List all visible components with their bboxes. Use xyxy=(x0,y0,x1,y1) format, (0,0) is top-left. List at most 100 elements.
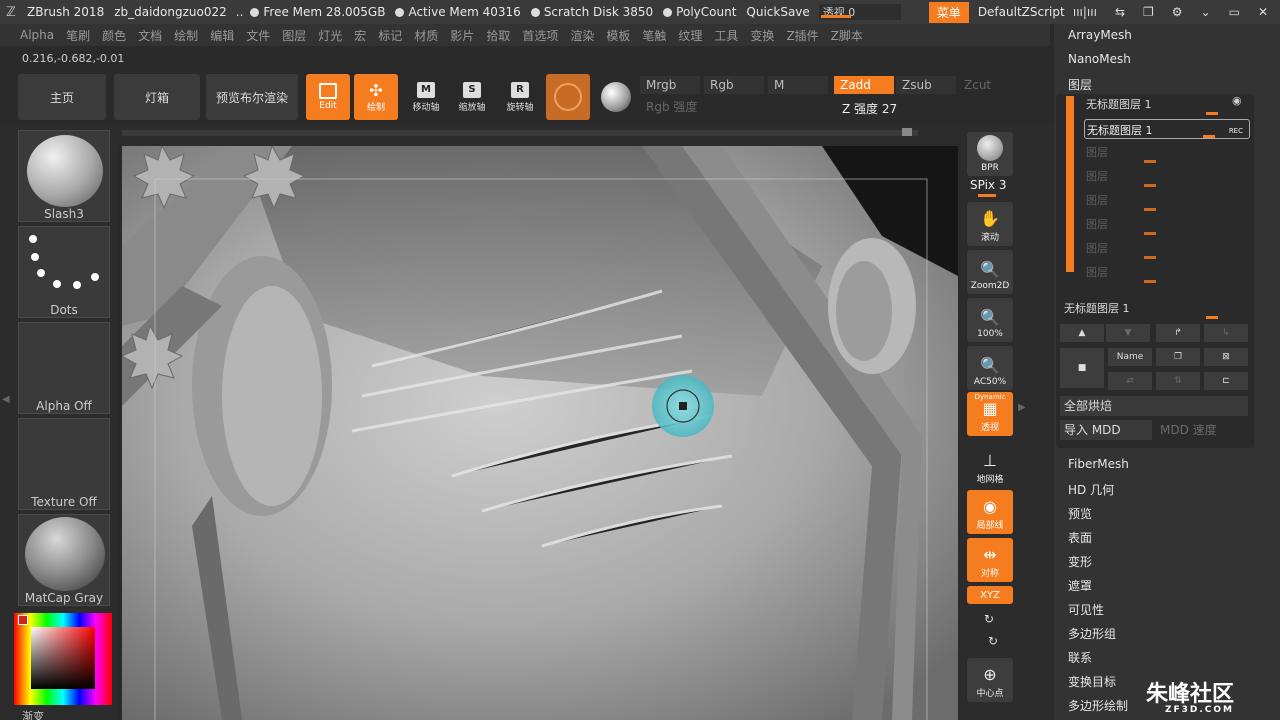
menu-item-1[interactable]: 笔刷 xyxy=(60,27,96,44)
lightbox-button[interactable]: 灯箱 xyxy=(114,74,200,120)
right-collapse-arrow-icon[interactable]: ▶ xyxy=(1018,402,1026,413)
menu-item-13[interactable]: 拾取 xyxy=(480,27,516,44)
menu-item-15[interactable]: 渲染 xyxy=(564,27,600,44)
settings-icon[interactable]: ⚙ xyxy=(1172,5,1183,19)
import-mdd-button[interactable]: 导入 MDD xyxy=(1060,420,1152,440)
canvas-viewport[interactable] xyxy=(122,146,958,720)
color-picker[interactable] xyxy=(14,613,112,705)
z-intensity-slider[interactable]: Z 强度 27 xyxy=(838,100,1008,118)
layer-up-button[interactable]: ▲ xyxy=(1060,324,1104,342)
nanomesh-header[interactable]: NanoMesh xyxy=(1068,52,1131,66)
center-point-button[interactable]: ⊕ 中心点 xyxy=(967,658,1013,702)
layer-paste-button[interactable]: ⊏ xyxy=(1204,372,1248,390)
mdd-speed-slider[interactable]: MDD 速度 xyxy=(1156,420,1248,440)
rgb-intensity-slider[interactable]: Rgb 强度 xyxy=(640,98,830,116)
menu-item-19[interactable]: 工具 xyxy=(708,27,744,44)
symmetry-button[interactable]: ⇹ 对称 xyxy=(967,538,1013,582)
primary-color-swatch[interactable] xyxy=(18,615,28,625)
menu-item-8[interactable]: 灯光 xyxy=(312,27,348,44)
menu-item-12[interactable]: 影片 xyxy=(444,27,480,44)
menu-item-21[interactable]: Z插件 xyxy=(780,27,824,44)
section-header-8[interactable]: 联系 xyxy=(1068,649,1092,666)
layout-icon[interactable]: ııı|ııı xyxy=(1073,5,1097,19)
section-header-7[interactable]: 多边形组 xyxy=(1068,625,1116,642)
rotate-button[interactable]: R 旋转轴 xyxy=(498,74,542,120)
section-header-6[interactable]: 可见性 xyxy=(1068,601,1104,618)
floor-grid-button[interactable]: ⊥ 地网格 xyxy=(967,444,1013,488)
menu-item-14[interactable]: 首选项 xyxy=(516,27,564,44)
empty-layer-slot[interactable]: 图层 xyxy=(1086,168,1108,184)
menu-item-9[interactable]: 宏 xyxy=(348,27,372,44)
home-button[interactable]: 主页 xyxy=(18,74,106,120)
color-saturation-square[interactable] xyxy=(31,627,95,689)
layer-redirect-button[interactable]: ↱ xyxy=(1156,324,1200,342)
rotate-z-icon[interactable]: ↻ xyxy=(988,634,998,648)
perspective-slider[interactable]: 透视 0 xyxy=(818,4,901,20)
section-header-3[interactable]: 表面 xyxy=(1068,529,1092,546)
perspective-button[interactable]: Dynamic ▦ 透视 xyxy=(967,392,1013,436)
section-header-10[interactable]: 多边形绘制 xyxy=(1068,697,1128,714)
sculpt-model[interactable] xyxy=(122,146,958,720)
quicksave-button[interactable]: QuickSave xyxy=(741,5,814,19)
layer-split-button[interactable]: ⇅ xyxy=(1156,372,1200,390)
empty-layer-slot[interactable]: 图层 xyxy=(1086,144,1108,160)
layer-rec-item[interactable]: 无标题图层 1 REC xyxy=(1084,119,1250,139)
mrgb-toggle[interactable]: Mrgb xyxy=(640,76,700,94)
minimize-icon[interactable]: ⌄ xyxy=(1201,5,1211,19)
section-header-5[interactable]: 遮罩 xyxy=(1068,577,1092,594)
alpha-slot[interactable]: Alpha Off xyxy=(18,322,110,414)
scroll-button[interactable]: ✋ 滚动 xyxy=(967,202,1013,246)
actual-size-button[interactable]: 🔍 100% xyxy=(967,298,1013,342)
menu-item-20[interactable]: 变换 xyxy=(744,27,780,44)
texture-swatch-button[interactable] xyxy=(596,74,636,120)
edit-button[interactable]: Edit xyxy=(306,74,350,120)
layers-scrollbar[interactable] xyxy=(1066,96,1074,272)
arraymesh-header[interactable]: ArrayMesh xyxy=(1068,28,1132,42)
viewport-scroll-track[interactable] xyxy=(122,130,918,136)
layer-merge-button[interactable]: ⇄ xyxy=(1108,372,1152,390)
layer-delete-button[interactable]: ⊠ xyxy=(1204,348,1248,366)
xyz-button[interactable]: XYZ xyxy=(967,586,1013,604)
restore-icon[interactable]: ▭ xyxy=(1229,5,1240,19)
layers-header[interactable]: 图层 xyxy=(1068,76,1092,93)
draw-button[interactable]: ✣ 绘制 xyxy=(354,74,398,120)
menu-item-5[interactable]: 编辑 xyxy=(204,27,240,44)
section-header-1[interactable]: HD 几何 xyxy=(1068,481,1114,498)
menu-item-4[interactable]: 绘制 xyxy=(168,27,204,44)
menu-item-18[interactable]: 纹理 xyxy=(672,27,708,44)
window-toggle-icon[interactable]: ❐ xyxy=(1143,5,1154,19)
menu-item-17[interactable]: 笔触 xyxy=(636,27,672,44)
layer-redirect2-button[interactable]: ↳ xyxy=(1204,324,1248,342)
zoom2d-button[interactable]: 🔍 Zoom2D xyxy=(967,250,1013,294)
default-zscript-button[interactable]: DefaultZScript xyxy=(973,5,1070,19)
menu-item-16[interactable]: 模板 xyxy=(600,27,636,44)
section-header-2[interactable]: 预览 xyxy=(1068,505,1092,522)
rotate-y-icon[interactable]: ↻ xyxy=(984,612,994,626)
layer-item-1[interactable]: 无标题图层 1 xyxy=(1086,96,1152,112)
section-header-4[interactable]: 变形 xyxy=(1068,553,1092,570)
material-slot[interactable]: MatCap Gray xyxy=(18,514,110,606)
viewport-scroll-thumb[interactable] xyxy=(902,128,912,136)
bpr-button[interactable]: BPR xyxy=(967,132,1013,176)
menu-item-3[interactable]: 文档 xyxy=(132,27,168,44)
section-header-9[interactable]: 变换目标 xyxy=(1068,673,1116,690)
layer-name-button[interactable]: Name xyxy=(1108,348,1152,366)
zcut-toggle[interactable]: Zcut xyxy=(958,76,1008,94)
layer-copy-button[interactable]: ❐ xyxy=(1156,348,1200,366)
empty-layer-slot[interactable]: 图层 xyxy=(1086,216,1108,232)
collapse-icon[interactable]: ⇆ xyxy=(1115,5,1125,19)
empty-layer-slot[interactable]: 图层 xyxy=(1086,192,1108,208)
layer-down-button[interactable]: ▼ xyxy=(1106,324,1150,342)
material-swatch-button[interactable] xyxy=(546,74,590,120)
empty-layer-slot[interactable]: 图层 xyxy=(1086,240,1108,256)
zadd-toggle[interactable]: Zadd xyxy=(834,76,894,94)
rgb-toggle[interactable]: Rgb xyxy=(704,76,764,94)
bake-all-button[interactable]: 全部烘焙 xyxy=(1060,396,1248,416)
empty-layer-slot[interactable]: 图层 xyxy=(1086,264,1108,280)
menu-item-2[interactable]: 颜色 xyxy=(96,27,132,44)
texture-slot[interactable]: Texture Off xyxy=(18,418,110,510)
ac50-button[interactable]: 🔍 AC50% xyxy=(967,346,1013,390)
left-collapse-arrow-icon[interactable]: ◀ xyxy=(2,394,10,405)
bpr-preview-button[interactable]: 预览布尔渲染 xyxy=(206,74,298,120)
spix-slider[interactable]: SPix 3 xyxy=(970,178,1006,192)
